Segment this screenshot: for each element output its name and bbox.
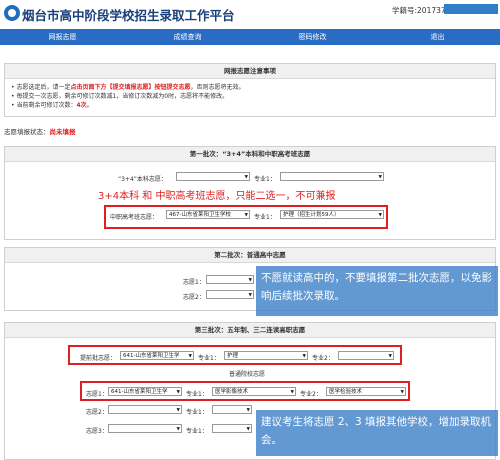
student-id-label: 学籍号:201737 (392, 6, 446, 15)
batch3-choice2-major1-label: 专业1： (186, 409, 208, 416)
batch3-early-label: 提前批志愿： (80, 355, 117, 362)
batch3-early-major2-select[interactable] (338, 351, 394, 360)
batch3-choice1-major2-select[interactable]: 医学检验技术 (326, 387, 406, 396)
regular-school-subtitle: 普通院校志愿 (229, 371, 266, 378)
batch3-choice2-label: 志愿2： (86, 409, 108, 416)
batch2-choice2-label: 志愿2： (183, 294, 205, 301)
batch3-choice2-school-select[interactable] (108, 405, 182, 414)
batch3-choice1-label: 志愿1： (86, 391, 108, 398)
batch1-34-school-select[interactable] (176, 172, 250, 181)
nav-scores[interactable]: 成绩查询 (125, 29, 250, 45)
notice-title: 网报志愿注意事项 (5, 64, 495, 79)
batch1-34-major-select[interactable] (280, 172, 384, 181)
batch2-choice2-select[interactable] (206, 290, 254, 299)
header: 烟台市高中阶段学校招生录取工作平台 学籍号:201737 (0, 0, 500, 26)
notice-item: 志愿选定后，请一定点击页面下方【提交填报志愿】按钮提交志愿，否则志愿将无效。 (11, 83, 495, 92)
batch1-title: 第一批次：“3+4”本科和中职高考班志愿 (5, 147, 495, 162)
batch3-early-school-select[interactable]: 641-山东省莱阳卫生学 (120, 351, 194, 360)
logo-icon (4, 5, 20, 21)
batch3-early-major1-select[interactable]: 护理 (224, 351, 308, 360)
batch3-early-major2-label: 专业2： (312, 355, 334, 362)
batch3-choice3-major1-label: 专业1： (186, 428, 208, 435)
batch1-vocational-school-select[interactable]: 467-山东省莱阳卫生学校 (166, 210, 250, 219)
nav-apply[interactable]: 网报志愿 (0, 29, 125, 45)
batch2-choice1-select[interactable] (206, 275, 254, 284)
nav-password[interactable]: 密码修改 (250, 29, 375, 45)
batch3-choice2-major1-select[interactable] (212, 405, 252, 414)
batch2-title: 第二批次：普通高中志愿 (5, 248, 495, 263)
batch3-choice3-label: 志愿3： (86, 428, 108, 435)
batch3-choice1-major1-select[interactable]: 医学影像技术 (212, 387, 296, 396)
batch3-advice-tooltip: 建议考生将志愿 2、3 填报其他学校，增加录取机会。 (256, 410, 498, 456)
app-title: 烟台市高中阶段学校招生录取工作平台 (22, 8, 235, 23)
batch1-vocational-major-label: 专业1： (254, 214, 276, 221)
fill-status: 志愿填报状态：尚未填报 (4, 128, 76, 136)
batch1-vocational-label: 中职高考班志愿： (110, 214, 159, 221)
batch3-choice1-major2-label: 专业2： (300, 391, 322, 398)
notice-panel: 网报志愿注意事项 志愿选定后，请一定点击页面下方【提交填报志愿】按钮提交志愿，否… (4, 63, 496, 117)
batch2-advice-tooltip: 不愿就读高中的，不要填报第二批次志愿，以免影响后续批次录取。 (256, 266, 498, 316)
batch1-34-major-label: 专业1： (254, 176, 276, 183)
main-nav: 网报志愿 成绩查询 密码修改 退出 (0, 29, 500, 45)
batch1-34-label: “3+4”本科志愿： (118, 176, 167, 183)
student-id-redacted (444, 4, 498, 14)
batch3-choice1-major1-label: 专业1： (186, 391, 208, 398)
batch3-early-major1-label: 专业1： (198, 355, 220, 362)
batch2-choice1-label: 志愿1： (183, 279, 205, 286)
exclusive-choice-warning: 3+4本科 和 中职高考班志愿，只能二选一，不可兼报 (98, 191, 336, 202)
notice-item: 当前剩余可修订次数：4次。 (11, 101, 495, 110)
status-value: 尚未填报 (49, 128, 76, 136)
batch3-choice3-major1-select[interactable] (212, 424, 252, 433)
notice-list: 志愿选定后，请一定点击页面下方【提交填报志愿】按钮提交志愿，否则志愿将无效。 每… (11, 83, 495, 110)
batch3-title: 第三批次：五年制、三二连读高职志愿 (5, 323, 495, 338)
batch1-vocational-major-select[interactable]: 护理（招生计划59人） (280, 210, 384, 219)
batch3-choice3-school-select[interactable] (108, 424, 182, 433)
notice-item: 每提交一次志愿，剩余可修订次数减1，当修订次数减为0时，志愿将不能修改。 (11, 92, 495, 101)
nav-logout[interactable]: 退出 (375, 29, 500, 45)
batch3-choice1-school-select[interactable]: 641-山东省莱阳卫生学 (108, 387, 182, 396)
